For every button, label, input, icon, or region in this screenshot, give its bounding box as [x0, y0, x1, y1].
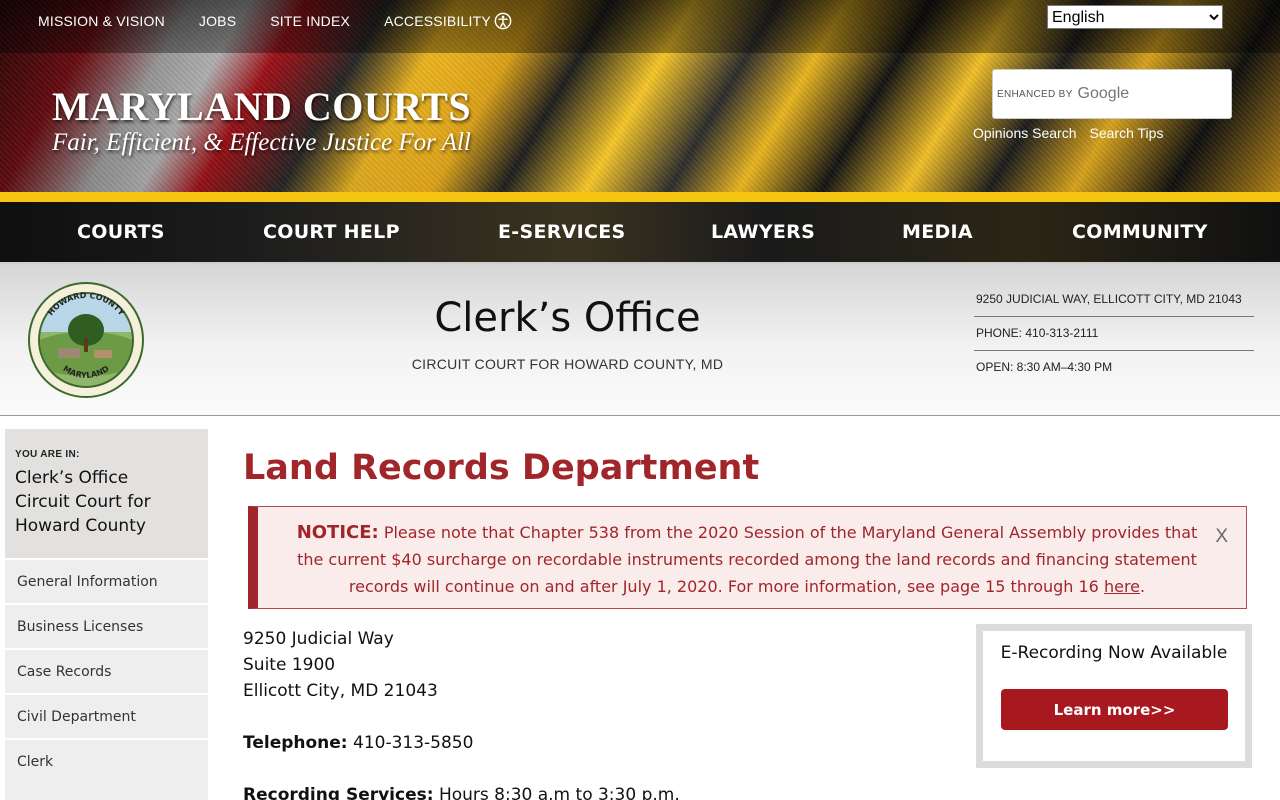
search-input[interactable]	[993, 70, 1231, 118]
address-line-1: 9250 Judicial Way	[243, 629, 394, 649]
recording-services: Recording Services: Hours 8:30 a.m to 3:…	[243, 783, 680, 800]
nav-lawyers[interactable]: LAWYERS	[711, 220, 815, 244]
court-subtitle: CIRCUIT COURT FOR HOWARD COUNTY, MD	[411, 356, 724, 372]
current-location-line2[interactable]: Circuit Court for	[15, 490, 198, 514]
court-address: 9250 JUDICIAL WAY, ELLICOTT CITY, MD 210…	[974, 283, 1254, 317]
language-select[interactable]: English	[1047, 5, 1223, 29]
notice-banner: NOTICE: Please note that Chapter 538 fro…	[248, 506, 1247, 609]
sidebar-links: General Information Business Licenses Ca…	[5, 558, 208, 783]
you-are-in-box: YOU ARE IN: Clerk’s Office Circuit Court…	[5, 429, 208, 558]
nav-gold-stripe	[0, 192, 1280, 202]
erecording-title: E-Recording Now Available	[1000, 643, 1228, 663]
sidebar-item-case-records[interactable]: Case Records	[5, 648, 208, 693]
recording-services-value: Hours 8:30 a.m to 3:30 p.m.	[433, 785, 680, 800]
court-info: 9250 JUDICIAL WAY, ELLICOTT CITY, MD 210…	[974, 283, 1254, 385]
nav-courts[interactable]: COURTS	[77, 220, 165, 244]
search-tips-link[interactable]: Search Tips	[1090, 125, 1164, 141]
utility-links: MISSION & VISION JOBS SITE INDEX ACCESSI…	[38, 12, 546, 30]
page-title: Land Records Department	[243, 448, 760, 488]
opinions-search-link[interactable]: Opinions Search	[973, 125, 1077, 141]
site-tagline: Fair, Efficient, & Effective Justice For…	[52, 129, 471, 156]
mission-vision-link[interactable]: MISSION & VISION	[38, 13, 165, 29]
nav-community[interactable]: COMMUNITY	[1072, 220, 1208, 244]
current-location-line3[interactable]: Howard County	[15, 514, 198, 538]
address-line-2: Suite 1900	[243, 655, 336, 675]
sidebar-item-clerk[interactable]: Clerk	[5, 738, 208, 783]
office-address: 9250 Judicial Way Suite 1900 Ellicott Ci…	[243, 626, 438, 704]
howard-county-seal[interactable]: HOWARD COUNTY MARYLAND	[28, 282, 144, 398]
search-links: Opinions Search Search Tips	[973, 125, 1176, 141]
you-are-in-label: YOU ARE IN:	[15, 449, 80, 460]
search-box[interactable]: ENHANCED BY Google	[992, 69, 1232, 119]
notice-text: Please note that Chapter 538 from the 20…	[297, 523, 1198, 596]
notice-label: NOTICE:	[296, 522, 379, 543]
site-index-link[interactable]: SITE INDEX	[270, 13, 350, 29]
sidebar-item-business-licenses[interactable]: Business Licenses	[5, 603, 208, 648]
court-title: Clerk’s Office	[434, 295, 701, 341]
accessibility-icon	[494, 12, 512, 30]
learn-more-button[interactable]: Learn more>>	[1001, 689, 1228, 730]
accessibility-label: ACCESSIBILITY	[384, 13, 491, 29]
telephone-label: Telephone:	[243, 733, 348, 753]
sidebar-item-general-information[interactable]: General Information	[5, 558, 208, 603]
recording-services-label: Recording Services:	[243, 785, 434, 800]
site-title[interactable]: MARYLAND COURTS	[52, 86, 471, 128]
sidebar-item-civil-department[interactable]: Civil Department	[5, 693, 208, 738]
sidebar: YOU ARE IN: Clerk’s Office Circuit Court…	[5, 429, 208, 800]
jobs-link[interactable]: JOBS	[199, 13, 236, 29]
main-nav: COURTS COURT HELP E-SERVICES LAWYERS MED…	[0, 202, 1280, 262]
notice-close-button[interactable]: X	[1215, 523, 1228, 550]
court-phone: PHONE: 410-313-2111	[974, 317, 1254, 351]
nav-media[interactable]: MEDIA	[902, 220, 973, 244]
court-hours: OPEN: 8:30 AM–4:30 PM	[976, 360, 1113, 374]
erecording-box: E-Recording Now Available Learn more>>	[976, 624, 1252, 768]
notice-period: .	[1140, 577, 1146, 596]
nav-court-help[interactable]: COURT HELP	[263, 220, 400, 244]
accessibility-link[interactable]: ACCESSIBILITY	[384, 12, 512, 30]
address-line-3: Ellicott City, MD 21043	[243, 681, 438, 701]
notice-here-link[interactable]: here	[1104, 577, 1140, 596]
nav-eservices[interactable]: E-SERVICES	[498, 220, 626, 244]
telephone: Telephone: 410-313-5850	[243, 731, 473, 755]
current-location-line1[interactable]: Clerk’s Office	[15, 466, 198, 490]
telephone-value: 410-313-5850	[347, 733, 474, 753]
